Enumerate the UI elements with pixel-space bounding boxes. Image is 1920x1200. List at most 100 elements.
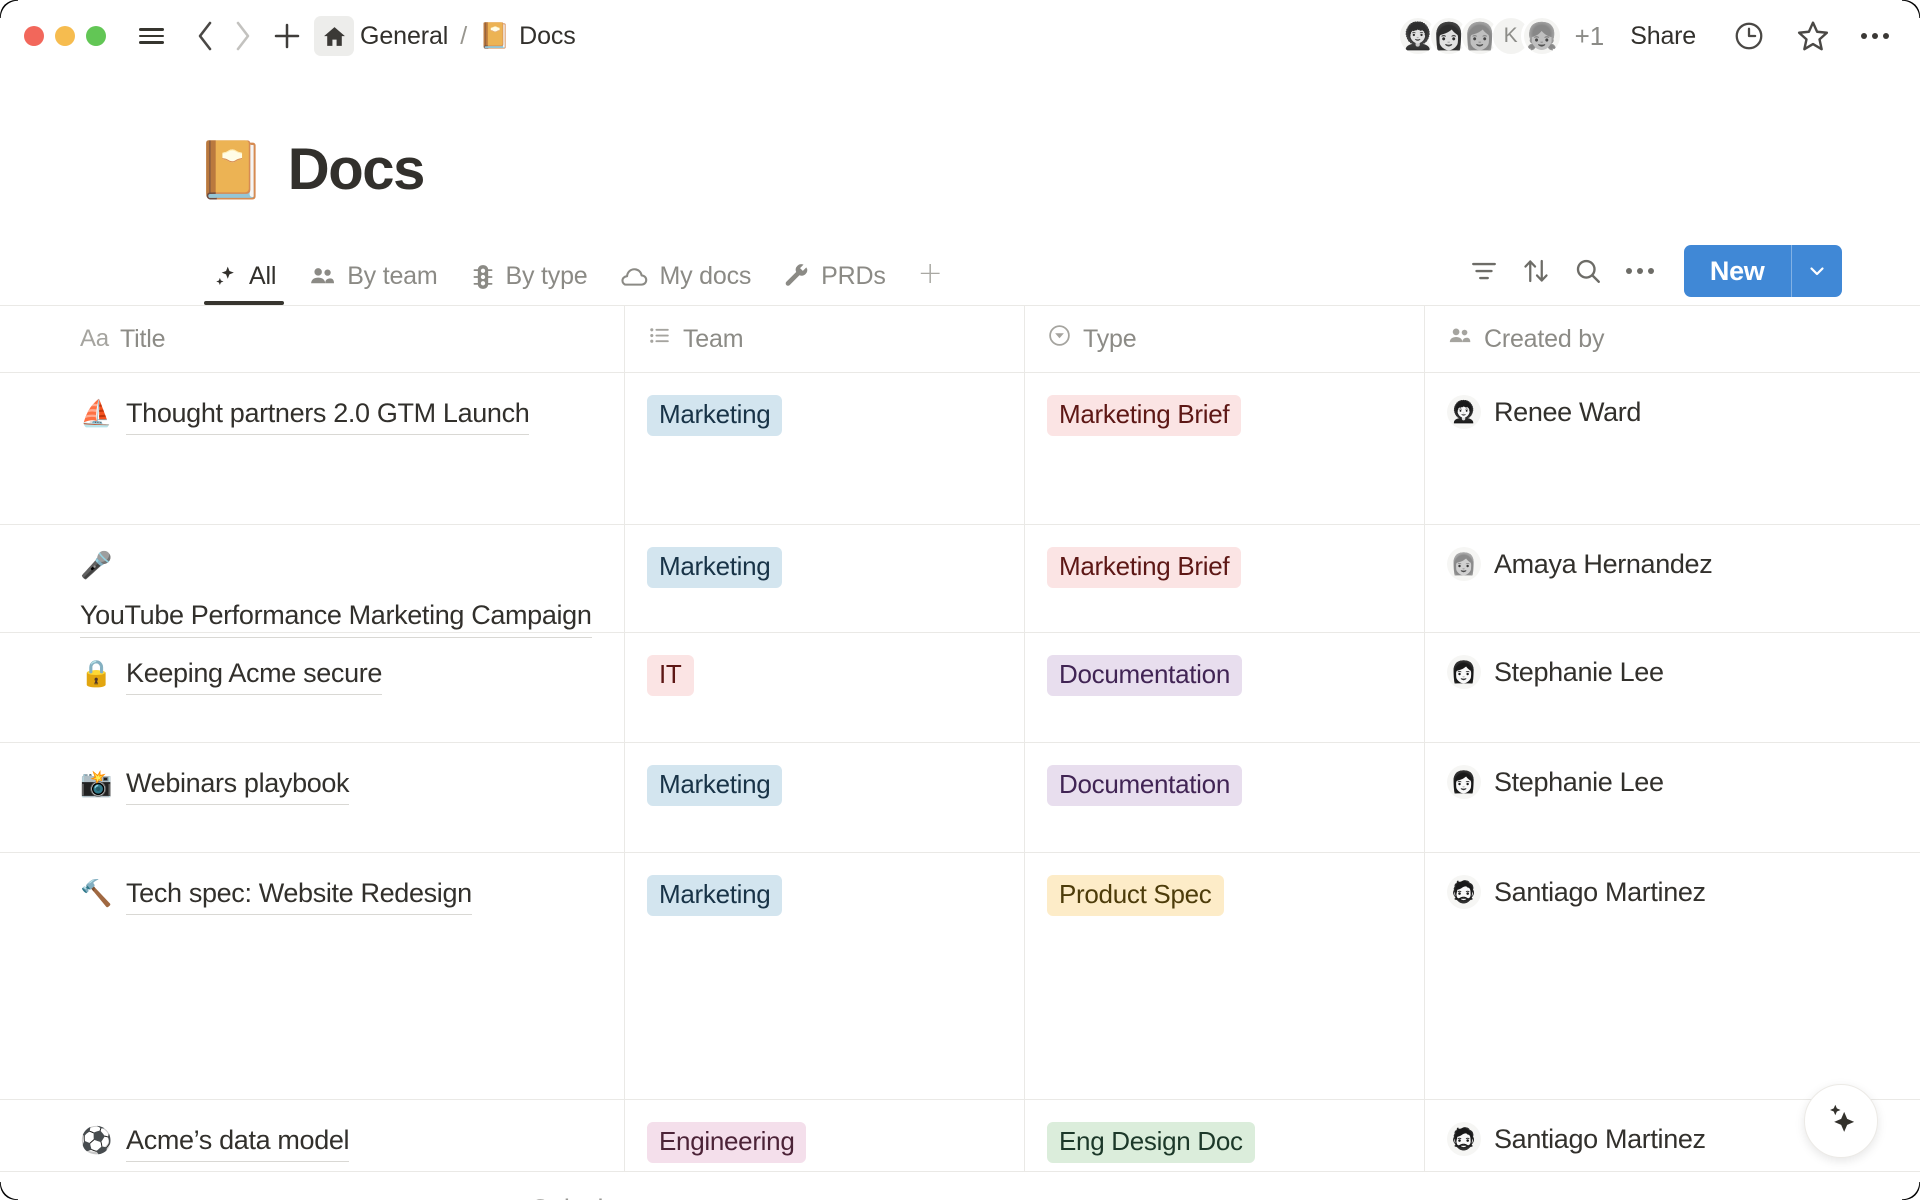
cell-title[interactable]: ⛵ Thought partners 2.0 GTM Launch — [0, 373, 625, 524]
collaborator-avatars[interactable]: 👩🏻‍🦱 👩🏻 👩🏼 K 👧🏼 — [1397, 15, 1563, 57]
avatar: 👩🏻‍🦱 — [1447, 395, 1481, 429]
chevron-down-icon — [650, 1194, 672, 1200]
team-tag: Marketing — [647, 547, 782, 588]
row-emoji: ⚽ — [80, 1122, 112, 1158]
calculate-button[interactable]: Calculate — [530, 1194, 672, 1200]
cell-title[interactable]: 📸 Webinars playbook — [0, 743, 625, 852]
avatar-glyph: 👩🏻 — [1432, 23, 1464, 49]
tab-label: PRDs — [821, 262, 885, 291]
cell-team[interactable]: Marketing — [625, 853, 1025, 1099]
breadcrumb-separator: / — [460, 22, 467, 51]
row-title[interactable]: Acme’s data model — [126, 1122, 349, 1162]
cell-team[interactable]: Marketing — [625, 373, 1025, 524]
tab-my-docs[interactable]: My docs — [603, 262, 767, 305]
team-tag: Engineering — [647, 1122, 806, 1163]
sort-icon[interactable] — [1510, 248, 1562, 294]
column-header-created-by[interactable]: Created by — [1425, 306, 1920, 372]
avatar: 🧔🏻 — [1447, 1122, 1481, 1156]
table-row[interactable]: 🔒 Keeping Acme secure IT Documentation 👩… — [0, 633, 1920, 743]
cell-type[interactable]: Marketing Brief — [1025, 373, 1425, 524]
avatar-overflow-count[interactable]: +1 — [1575, 21, 1605, 52]
page-icon[interactable]: 📔 — [196, 142, 266, 198]
column-header-title[interactable]: Aa Title — [0, 306, 625, 372]
row-emoji: 📸 — [80, 765, 112, 801]
new-button-dropdown[interactable] — [1792, 245, 1842, 297]
filter-icon[interactable] — [1458, 248, 1510, 294]
avatar-glyph: 👩🏻‍🦱 — [1451, 402, 1477, 423]
zoom-window-button[interactable] — [86, 26, 106, 46]
cell-title[interactable]: 🔒 Keeping Acme secure — [0, 633, 625, 742]
cell-team[interactable]: Marketing — [625, 525, 1025, 632]
tab-by-team[interactable]: By team — [292, 262, 453, 305]
table-row[interactable]: ⛵ Thought partners 2.0 GTM Launch Market… — [0, 373, 1920, 525]
type-tag: Documentation — [1047, 655, 1242, 696]
view-more-options-icon[interactable] — [1614, 248, 1666, 294]
search-icon[interactable] — [1562, 248, 1614, 294]
star-icon[interactable] — [1794, 17, 1832, 55]
table-row[interactable]: 📸 Webinars playbook Marketing Documentat… — [0, 743, 1920, 853]
table-row[interactable]: ⚽ Acme’s data model Engineering Eng Desi… — [0, 1100, 1920, 1172]
cell-created-by[interactable]: 👩🏻 Stephanie Lee — [1425, 633, 1920, 742]
tab-all[interactable]: All — [196, 262, 292, 305]
cell-created-by[interactable]: 👩🏼 Amaya Hernandez — [1425, 525, 1920, 632]
clock-icon[interactable] — [1730, 17, 1768, 55]
person-name: Santiago Martinez — [1494, 877, 1706, 908]
share-button[interactable]: Share — [1630, 22, 1696, 51]
row-title[interactable]: Thought partners 2.0 GTM Launch — [126, 395, 529, 435]
table-row[interactable]: 🎤 YouTube Performance Marketing Campaign… — [0, 525, 1920, 633]
cell-type[interactable]: Documentation — [1025, 633, 1425, 742]
person-name: Renee Ward — [1494, 397, 1641, 428]
back-icon[interactable] — [186, 17, 224, 55]
avatar[interactable]: 👧🏼 — [1521, 15, 1563, 57]
sparkles-icon — [212, 263, 239, 290]
add-view-button[interactable]: + — [902, 256, 955, 305]
ai-assistant-button[interactable] — [1804, 1084, 1878, 1158]
row-title[interactable]: Keeping Acme secure — [126, 655, 382, 695]
avatar-glyph: 🧔🏻 — [1451, 1129, 1477, 1150]
person-name: Stephanie Lee — [1494, 767, 1664, 798]
minimize-window-button[interactable] — [55, 26, 75, 46]
person-group-icon — [1447, 323, 1473, 356]
cell-title[interactable]: 🎤 YouTube Performance Marketing Campaign — [0, 525, 625, 632]
breadcrumb-parent[interactable]: General — [360, 22, 448, 51]
cell-team[interactable]: Marketing — [625, 743, 1025, 852]
forward-icon[interactable] — [224, 17, 262, 55]
cell-created-by[interactable]: 👩🏻‍🦱 Renee Ward — [1425, 373, 1920, 524]
multiselect-list-icon — [647, 323, 672, 355]
person-name: Stephanie Lee — [1494, 657, 1664, 688]
table-row[interactable]: 🔨 Tech spec: Website Redesign Marketing … — [0, 853, 1920, 1100]
cell-title[interactable]: ⚽ Acme’s data model — [0, 1100, 625, 1171]
cell-team[interactable]: IT — [625, 633, 1025, 742]
more-options-icon[interactable] — [1856, 17, 1894, 55]
new-button[interactable]: New — [1684, 245, 1791, 297]
home-icon[interactable] — [314, 16, 354, 56]
row-title[interactable]: Webinars playbook — [126, 765, 349, 805]
tab-prds[interactable]: PRDs — [767, 262, 901, 305]
avatar[interactable]: 👩🏼 — [1459, 15, 1501, 57]
team-tag: Marketing — [647, 875, 782, 916]
window-titlebar: General / 📔 Docs 👩🏻‍🦱 👩🏻 👩🏼 K 👧🏼 +1 Shar… — [0, 0, 1920, 72]
cell-type[interactable]: Eng Design Doc — [1025, 1100, 1425, 1171]
row-title[interactable]: Tech spec: Website Redesign — [126, 875, 472, 915]
page-title[interactable]: Docs — [288, 136, 424, 203]
sidebar-toggle-icon[interactable] — [132, 17, 170, 55]
breadcrumb-current[interactable]: Docs — [519, 22, 576, 51]
close-window-button[interactable] — [24, 26, 44, 46]
column-header-team[interactable]: Team — [625, 306, 1025, 372]
avatar-glyph: 🧔🏻 — [1451, 882, 1477, 903]
column-label: Team — [683, 325, 743, 354]
cell-created-by[interactable]: 👩🏻 Stephanie Lee — [1425, 743, 1920, 852]
tab-by-type[interactable]: By type — [454, 262, 604, 305]
avatar: 🧔🏻 — [1447, 875, 1481, 909]
cell-title[interactable]: 🔨 Tech spec: Website Redesign — [0, 853, 625, 1099]
cell-type[interactable]: Product Spec — [1025, 853, 1425, 1099]
column-header-type[interactable]: Type — [1025, 306, 1425, 372]
cell-created-by[interactable]: 🧔🏻 Santiago Martinez — [1425, 853, 1920, 1099]
cell-type[interactable]: Marketing Brief — [1025, 525, 1425, 632]
new-page-plus-icon[interactable] — [268, 17, 306, 55]
cell-type[interactable]: Documentation — [1025, 743, 1425, 852]
cell-team[interactable]: Engineering — [625, 1100, 1025, 1171]
row-title[interactable]: YouTube Performance Marketing Campaign — [80, 597, 592, 637]
view-tabs: All By team — [196, 256, 955, 305]
person-name: Santiago Martinez — [1494, 1124, 1706, 1155]
